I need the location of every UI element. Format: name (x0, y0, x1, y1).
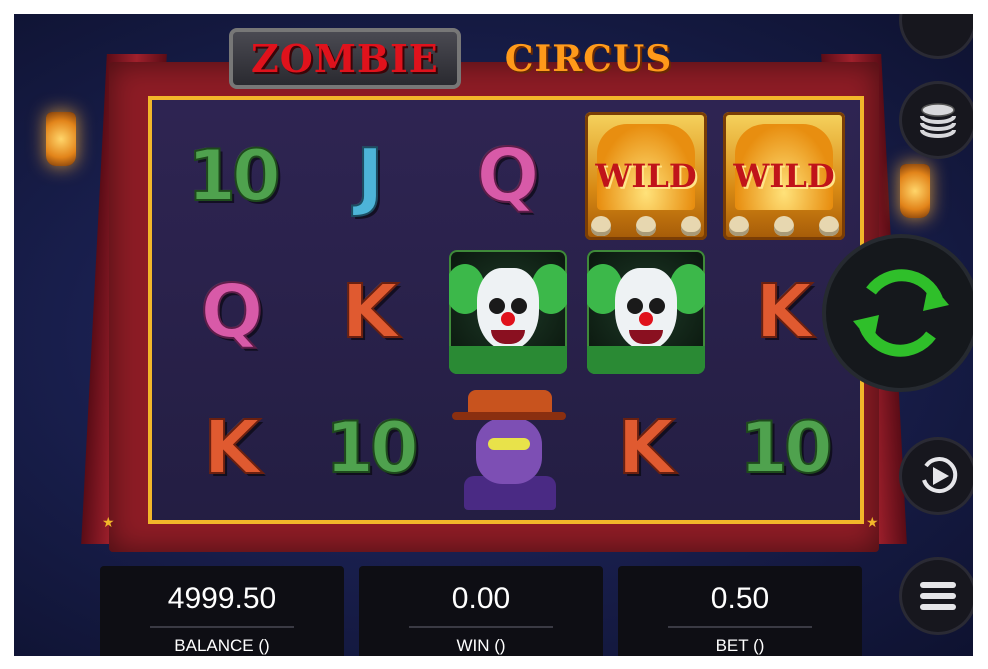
win-panel: 0.00 WIN () (359, 566, 603, 656)
symbol-q: Q (476, 133, 541, 219)
symbol-k: K (202, 405, 261, 491)
skull-icon (774, 216, 794, 236)
clown-symbol-icon (449, 250, 567, 374)
star-icon: ★ (866, 514, 879, 530)
reel-cell: Q (164, 248, 300, 376)
balance-panel: 4999.50 BALANCE () (100, 566, 344, 656)
wild-text: WILD (733, 157, 835, 195)
play-icon (922, 457, 958, 494)
game-viewport: ZOMBIE CIRCUS 10 J Q WILD WILD Q K K K 10 K 10 ★ ★ … (14, 14, 973, 656)
reel-cell (440, 384, 576, 512)
right-lantern-icon (900, 164, 930, 218)
autoplay-button[interactable] (902, 440, 973, 512)
skull-icon (591, 216, 611, 236)
win-label: WIN () (456, 636, 506, 655)
symbol-k: K (754, 269, 813, 355)
reel-cell: 10 (716, 384, 852, 512)
symbol-j: J (355, 133, 385, 219)
logo-zombie-text: ZOMBIE (251, 36, 439, 81)
balance-label: BALANCE () (174, 636, 270, 655)
skull-icon (729, 216, 749, 236)
bet-panel[interactable]: 0.50 BET () (618, 566, 862, 656)
symbol-k: K (340, 269, 399, 355)
win-value: 0.00 (451, 582, 511, 615)
reel-cell: K (164, 384, 300, 512)
bet-value: 0.50 (710, 582, 770, 615)
wild-symbol: WILD (585, 112, 707, 240)
reel-cell: 10 (302, 384, 438, 512)
symbol-k: K (616, 405, 675, 491)
coin-stack-icon (920, 103, 956, 138)
spin-button[interactable] (826, 238, 973, 388)
skulls-decoration (729, 216, 839, 236)
reel-cell (440, 248, 576, 376)
divider (668, 626, 812, 628)
left-lantern-icon (46, 112, 76, 166)
reel-cell: WILD (578, 112, 714, 240)
reel-cell: WILD (716, 112, 852, 240)
spin-arrows-icon (853, 269, 949, 357)
reel-cell: Q (440, 112, 576, 240)
reel-cell (578, 248, 714, 376)
wild-text: WILD (595, 157, 697, 195)
skull-icon (636, 216, 656, 236)
symbol-10: 10 (186, 135, 281, 217)
wild-symbol: WILD (723, 112, 845, 240)
hamburger-menu-icon (920, 582, 956, 610)
skull-icon (819, 216, 839, 236)
symbol-10: 10 (324, 407, 419, 489)
game-logo: ZOMBIE CIRCUS (229, 28, 672, 89)
balance-value: 4999.50 (167, 582, 277, 615)
reel-cell: K (578, 384, 714, 512)
bet-label: BET () (715, 636, 765, 655)
reel-cell: 10 (164, 112, 300, 240)
divider (409, 626, 553, 628)
skulls-decoration (591, 216, 701, 236)
divider (150, 626, 294, 628)
logo-circus-text: CIRCUS (504, 37, 673, 80)
joker-symbol-icon (446, 384, 570, 512)
symbol-q: Q (200, 269, 265, 355)
symbol-10: 10 (738, 407, 833, 489)
reel-cell: J (302, 112, 438, 240)
star-icon: ★ (102, 514, 115, 530)
clown-symbol-icon (587, 250, 705, 374)
menu-button[interactable] (902, 560, 973, 632)
skull-icon (681, 216, 701, 236)
top-menu-button[interactable] (902, 14, 973, 56)
bet-coins-button[interactable] (902, 84, 973, 156)
logo-plate: ZOMBIE (229, 28, 461, 89)
reel-cell: K (302, 248, 438, 376)
reel-grid: 10 J Q WILD WILD Q K K K 10 K 10 (148, 96, 864, 524)
